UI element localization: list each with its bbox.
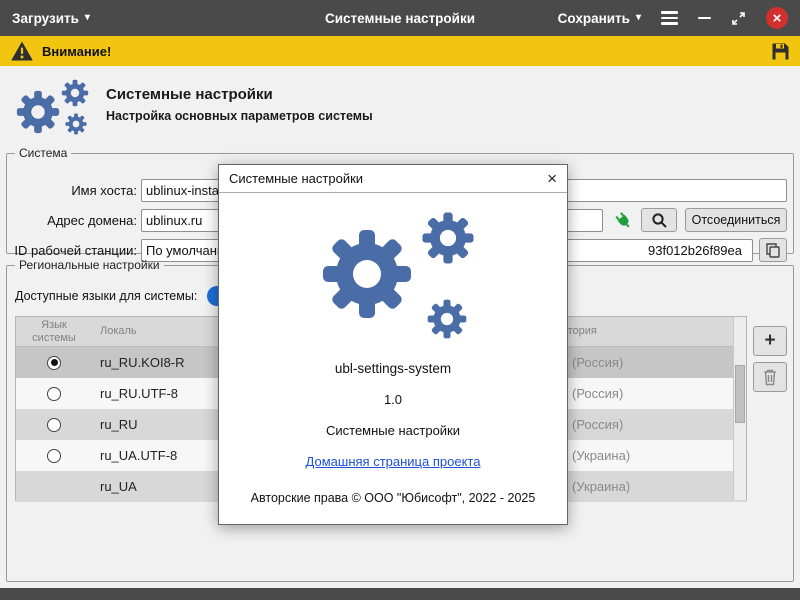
regional-group-legend: Региональные настройки	[15, 258, 164, 272]
dialog-close-button[interactable]: ×	[547, 170, 557, 187]
copy-icon	[765, 242, 781, 258]
search-icon	[651, 212, 668, 229]
search-domain-button[interactable]	[641, 208, 677, 232]
gear-icon	[317, 224, 417, 324]
delete-locale-button[interactable]	[753, 362, 787, 392]
add-locale-button[interactable]: +	[753, 326, 787, 356]
window-title: Системные настройки	[325, 11, 475, 26]
radio-button[interactable]	[47, 356, 61, 370]
radio-button[interactable]	[47, 418, 61, 432]
app-name: ubl-settings-system	[219, 361, 567, 376]
scrollbar-thumb[interactable]	[735, 365, 745, 423]
warning-text: Внимание!	[42, 44, 111, 59]
hamburger-menu-button[interactable]	[661, 8, 678, 28]
disconnect-label: Отсоединиться	[692, 213, 781, 227]
close-icon: ×	[773, 10, 782, 27]
warning-icon	[10, 40, 34, 62]
col-header-language: Язык системы	[16, 319, 92, 343]
gear-icon	[64, 112, 88, 136]
app-logo-large	[307, 209, 479, 341]
table-scrollbar[interactable]	[733, 317, 746, 500]
connection-status-plug-icon	[613, 210, 633, 230]
languages-label: Доступные языки для системы:	[15, 289, 197, 303]
dialog-title: Системные настройки	[229, 171, 363, 186]
hostname-label: Имя хоста:	[13, 183, 137, 198]
homepage-link[interactable]: Домашняя страница проекта	[306, 454, 481, 469]
minimize-button[interactable]	[698, 17, 711, 20]
radio-button[interactable]	[47, 387, 61, 401]
status-bar	[0, 588, 800, 600]
maximize-button[interactable]	[731, 11, 746, 26]
station-id-label: ID рабочей станции:	[13, 243, 137, 258]
chevron-down-icon: ▾	[636, 13, 641, 23]
save-menu-label: Сохранить	[558, 11, 630, 26]
system-group-legend: Система	[15, 146, 71, 160]
expand-icon	[731, 11, 746, 26]
dialog-titlebar: Системные настройки ×	[219, 165, 567, 193]
app-version: 1.0	[219, 392, 567, 407]
station-id-value-end: 93f012b26f89ea	[648, 243, 742, 258]
copyright-text: Авторские права © ООО "Юбисофт", 2022 - …	[219, 491, 567, 505]
chevron-down-icon: ▾	[85, 13, 90, 23]
gear-icon	[14, 88, 62, 136]
dialog-body: ubl-settings-system 1.0 Системные настро…	[219, 209, 567, 505]
page-subtitle: Настройка основных параметров системы	[106, 109, 373, 123]
load-menu-button[interactable]: Загрузить ▾	[12, 11, 90, 26]
close-icon: ×	[547, 169, 557, 188]
app-window: Загрузить ▾ Системные настройки Сохранит…	[0, 0, 800, 600]
app-description: Системные настройки	[219, 423, 567, 438]
trash-icon	[762, 368, 778, 386]
about-dialog: Системные настройки ×	[218, 164, 568, 525]
app-logo	[14, 78, 106, 140]
save-button[interactable]	[771, 42, 790, 61]
warning-bar: Внимание!	[0, 36, 800, 66]
titlebar-controls: Сохранить ▾ ×	[558, 7, 788, 29]
domain-label: Адрес домена:	[13, 213, 137, 228]
save-menu-button[interactable]: Сохранить ▾	[558, 11, 641, 26]
radio-button[interactable]	[47, 449, 61, 463]
disconnect-button[interactable]: Отсоединиться	[685, 208, 787, 232]
minimize-icon	[698, 17, 711, 20]
gear-icon	[425, 297, 469, 341]
floppy-save-icon	[771, 42, 790, 61]
gear-icon	[419, 209, 477, 267]
titlebar: Загрузить ▾ Системные настройки Сохранит…	[0, 0, 800, 36]
close-window-button[interactable]: ×	[766, 7, 788, 29]
page-title: Системные настройки	[106, 86, 273, 103]
hamburger-icon	[661, 8, 678, 28]
gear-icon	[60, 78, 90, 108]
load-menu-label: Загрузить	[12, 11, 79, 26]
